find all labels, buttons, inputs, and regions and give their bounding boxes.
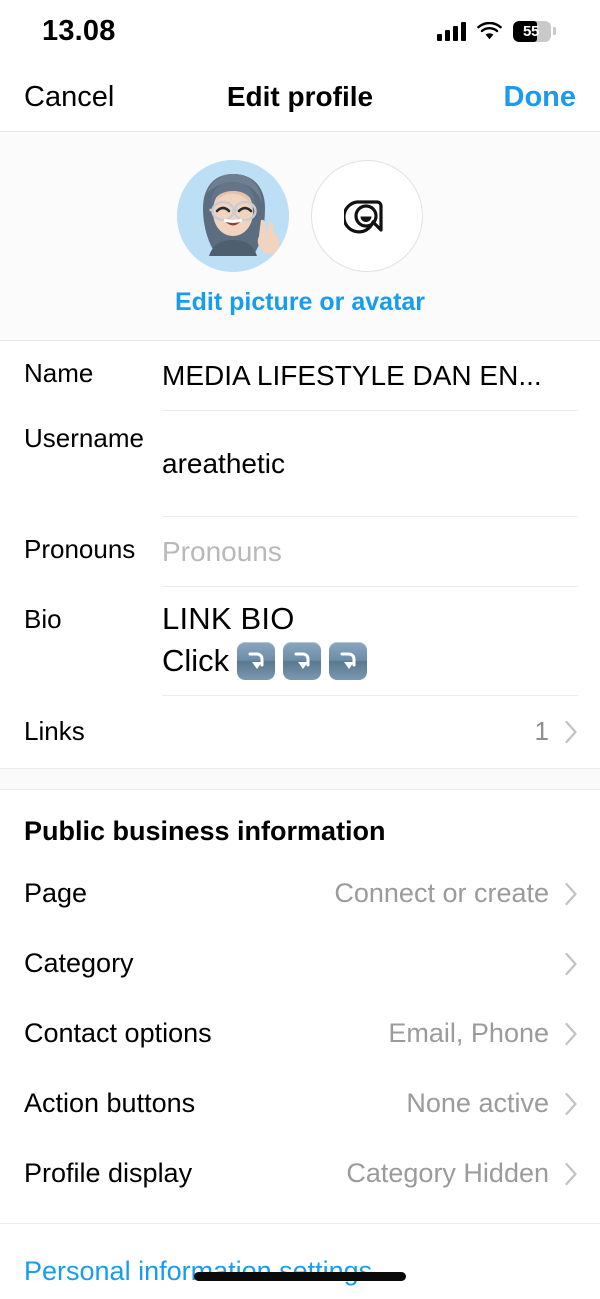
row-value: None active (406, 1088, 549, 1119)
pronouns-input[interactable]: Pronouns (162, 534, 578, 570)
bio-input[interactable]: LINK BIO Click (162, 587, 578, 696)
bio-click-text: Click (162, 643, 230, 679)
instagram-avatar-icon (344, 193, 390, 239)
row-label: Profile display (24, 1158, 193, 1189)
cellular-signal-icon (437, 21, 466, 41)
field-label-pronouns: Pronouns (24, 534, 136, 564)
arrow-curving-down-emoji (283, 642, 322, 681)
edit-profile-screen: 13.08 55 Cancel Edit profile Done Edit p… (0, 0, 600, 1299)
arrow-curving-down-emoji (329, 642, 368, 681)
business-row-action-buttons[interactable]: Action buttons None active (0, 1069, 600, 1139)
field-label-username: Username (24, 423, 144, 453)
row-value: Email, Phone (388, 1018, 549, 1049)
row-label: Category (24, 948, 134, 979)
row-label: Action buttons (24, 1088, 196, 1119)
field-row-name[interactable]: Name MEDIA LIFESTYLE DAN EN... (0, 341, 600, 411)
business-row-contact-options[interactable]: Contact options Email, Phone (0, 999, 600, 1069)
navigation-bar: Cancel Edit profile Done (0, 62, 600, 132)
edit-picture-or-avatar-link[interactable]: Edit picture or avatar (175, 288, 425, 317)
field-row-username[interactable]: Username areathetic (0, 411, 600, 517)
row-label: Contact options (24, 1018, 212, 1049)
links-count: 1 (534, 716, 549, 747)
done-button[interactable]: Done (504, 81, 577, 114)
business-row-profile-display[interactable]: Profile display Category Hidden (0, 1139, 600, 1209)
profile-picture-section: Edit picture or avatar (0, 132, 600, 340)
row-value: Connect or create (334, 878, 549, 909)
wifi-icon (477, 21, 502, 41)
row-value: Category Hidden (346, 1158, 549, 1189)
links-label: Links (24, 716, 85, 747)
username-input[interactable]: areathetic (162, 446, 578, 482)
field-row-pronouns[interactable]: Pronouns Pronouns (0, 517, 600, 587)
bio-line-2: Click (162, 641, 578, 681)
avatar-row (177, 160, 423, 272)
field-label-bio: Bio (24, 604, 62, 634)
arrow-curving-down-emoji (237, 642, 276, 681)
profile-picture[interactable] (177, 160, 289, 272)
status-bar: 13.08 55 (0, 0, 600, 62)
status-bar-indicators: 55 (437, 20, 556, 42)
battery-percent-label: 55 (522, 22, 540, 40)
chevron-right-icon (565, 1162, 578, 1186)
business-section-title: Public business information (24, 815, 386, 846)
bio-line-1: LINK BIO (162, 601, 295, 636)
chevron-right-icon (565, 1092, 578, 1116)
name-input[interactable]: MEDIA LIFESTYLE DAN EN... (162, 358, 578, 394)
status-bar-time: 13.08 (42, 14, 116, 47)
business-row-category[interactable]: Category (0, 929, 600, 999)
battery-icon: 55 (513, 20, 556, 42)
row-label: Page (24, 878, 88, 909)
field-row-bio[interactable]: Bio LINK BIO Click (0, 587, 600, 696)
links-row[interactable]: Links 1 (0, 696, 600, 768)
chevron-right-icon (565, 952, 578, 976)
field-label-name: Name (24, 358, 94, 388)
profile-fields: Name MEDIA LIFESTYLE DAN EN... Username … (0, 341, 600, 1287)
business-row-page[interactable]: Page Connect or create (0, 859, 600, 929)
home-indicator (194, 1272, 406, 1281)
chevron-right-icon (565, 720, 578, 744)
instagram-avatar-button[interactable] (311, 160, 423, 272)
section-separator (0, 767, 600, 790)
chevron-right-icon (565, 1022, 578, 1046)
cancel-button[interactable]: Cancel (24, 81, 114, 114)
chevron-right-icon (565, 882, 578, 906)
